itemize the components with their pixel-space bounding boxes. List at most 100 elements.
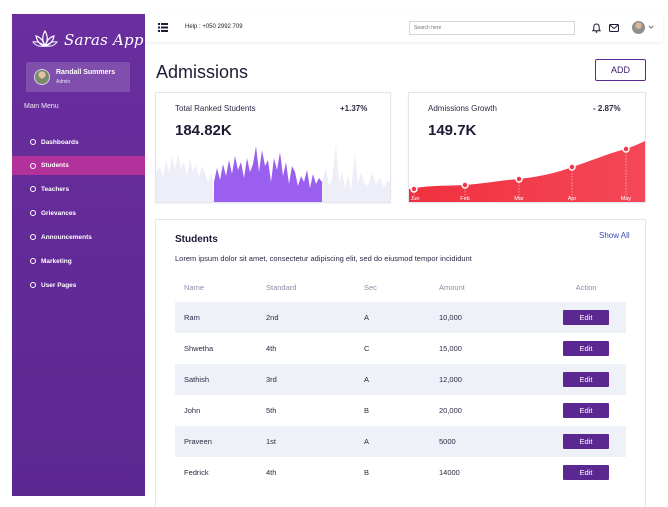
cell-amount: 12,000: [439, 375, 462, 384]
cell-sec: C: [364, 344, 370, 353]
growth-area: [409, 140, 645, 202]
students-title: Students: [175, 234, 218, 245]
mail-icon[interactable]: [609, 24, 619, 32]
sidebar: Saras App Randall Summers Admin Main Men…: [12, 14, 145, 496]
sidebar-item-user-pages[interactable]: User Pages: [12, 273, 145, 297]
edit-button[interactable]: Edit: [563, 403, 609, 418]
stat-value: 149.7K: [428, 122, 477, 139]
growth-point: [568, 163, 576, 171]
cell-amount: 14000: [439, 468, 460, 477]
cell-action: Edit: [546, 333, 626, 364]
avatar[interactable]: [632, 21, 645, 34]
circle-icon: [30, 234, 36, 240]
stat-change: - 2.87%: [593, 104, 621, 113]
sparkline-highlight: [214, 146, 322, 202]
circle-icon: [30, 162, 36, 169]
cell-name: Ram: [184, 313, 200, 322]
growth-point: [515, 175, 523, 183]
cell-action: Edit: [546, 364, 626, 395]
circle-icon: [30, 210, 36, 216]
cell-standard: 3rd: [266, 375, 277, 384]
avatar: [34, 69, 50, 85]
sidebar-item-label: Students: [41, 162, 69, 169]
stat-card-admissions-growth: Admissions Growth - 2.87% 149.7K Jun Feb…: [408, 92, 646, 203]
circle-icon: [30, 258, 36, 264]
edit-button[interactable]: Edit: [563, 434, 609, 449]
add-button[interactable]: ADD: [595, 59, 646, 81]
growth-tick-label: Jun: [411, 196, 420, 202]
growth-tick-label: Mar: [514, 196, 524, 202]
table-row: Praveen 1st A 5000 Edit: [175, 426, 626, 457]
cell-sec: A: [364, 313, 370, 322]
stat-label: Admissions Growth: [428, 104, 497, 113]
sidebar-item-grievances[interactable]: Grievances: [12, 201, 145, 225]
sidebar-item-label: User Pages: [41, 281, 77, 289]
growth-point: [622, 145, 630, 153]
table-row: Fedrick 4th B 14000 Edit: [175, 457, 626, 488]
sidebar-item-announcements[interactable]: Announcements: [12, 225, 145, 249]
table-header-row: Name Standard Sec Amount Action: [175, 272, 626, 302]
topbar: Help : +050 2992 709: [145, 14, 663, 42]
edit-button[interactable]: Edit: [563, 341, 609, 356]
help-phone: Help : +050 2992 709: [185, 24, 243, 30]
column-header-action: Action: [575, 282, 597, 292]
growth-tick-label: May: [621, 196, 632, 202]
cell-standard: 2nd: [266, 313, 279, 322]
students-card: Students Show All Lorem ipsum dolor sit …: [155, 219, 646, 507]
admissions-growth-chart: Jun Feb Mar Apr May: [409, 140, 645, 202]
ranked-students-sparkline: [156, 144, 390, 202]
cell-standard: 4th: [266, 344, 277, 353]
brand[interactable]: Saras App: [32, 27, 144, 53]
growth-point: [410, 185, 418, 193]
lotus-logo-icon: [32, 29, 58, 48]
table-row: John 5th B 20,000 Edit: [175, 395, 626, 426]
page-title: Admissions: [156, 62, 249, 82]
cell-name: John: [184, 406, 201, 415]
cell-sec: A: [364, 437, 370, 446]
circle-icon: [30, 186, 36, 192]
cell-standard: 5th: [266, 406, 277, 415]
menu-icon[interactable]: [158, 23, 168, 32]
sidebar-item-label: Announcements: [41, 233, 92, 241]
column-header-standard[interactable]: Standard: [266, 272, 364, 302]
column-header-name[interactable]: Name: [175, 272, 266, 302]
circle-icon: [30, 282, 36, 288]
circle-icon: [30, 139, 36, 145]
cell-action: Edit: [546, 457, 626, 488]
students-description: Lorem ipsum dolor sit amet, consectetur …: [175, 254, 472, 263]
cell-name: Fedrick: [184, 468, 209, 477]
table-row: Ram 2nd A 10,000 Edit: [175, 302, 626, 333]
cell-name: Praveen: [184, 437, 212, 446]
stat-label: Total Ranked Students: [175, 104, 256, 113]
sidebar-item-label: Teachers: [41, 185, 70, 193]
chevron-down-icon[interactable]: [648, 24, 654, 30]
sidebar-item-marketing[interactable]: Marketing: [12, 249, 145, 273]
column-header-sec[interactable]: Sec: [364, 272, 439, 302]
user-role: Admin: [56, 79, 71, 85]
user-card[interactable]: Randall Summers Admin: [26, 62, 130, 92]
sidebar-item-label: Marketing: [41, 257, 72, 265]
bell-icon[interactable]: [592, 23, 601, 33]
cell-amount: 20,000: [439, 406, 462, 415]
cell-action: Edit: [546, 395, 626, 426]
table-row: Sathish 3rd A 12,000 Edit: [175, 364, 626, 395]
brand-name: Saras App: [64, 31, 144, 49]
cell-standard: 4th: [266, 468, 277, 477]
growth-point: [461, 181, 469, 189]
sidebar-item-students[interactable]: Students: [12, 156, 145, 175]
cell-amount: 5000: [439, 437, 456, 446]
edit-button[interactable]: Edit: [563, 310, 609, 325]
sidebar-item-label: Grievances: [41, 209, 77, 217]
search-input[interactable]: [409, 21, 575, 35]
sidebar-item-teachers[interactable]: Teachers: [12, 177, 145, 201]
sidebar-item-dashboards[interactable]: Dashboards: [12, 130, 145, 154]
cell-sec: A: [364, 375, 370, 384]
edit-button[interactable]: Edit: [563, 465, 609, 480]
cell-standard: 1st: [266, 437, 277, 446]
column-header-amount[interactable]: Amount: [439, 272, 546, 302]
cell-amount: 10,000: [439, 313, 462, 322]
cell-name: Shwetha: [184, 344, 214, 353]
show-all-link[interactable]: Show All: [599, 231, 630, 240]
edit-button[interactable]: Edit: [563, 372, 609, 387]
growth-tick-label: Apr: [568, 196, 577, 202]
